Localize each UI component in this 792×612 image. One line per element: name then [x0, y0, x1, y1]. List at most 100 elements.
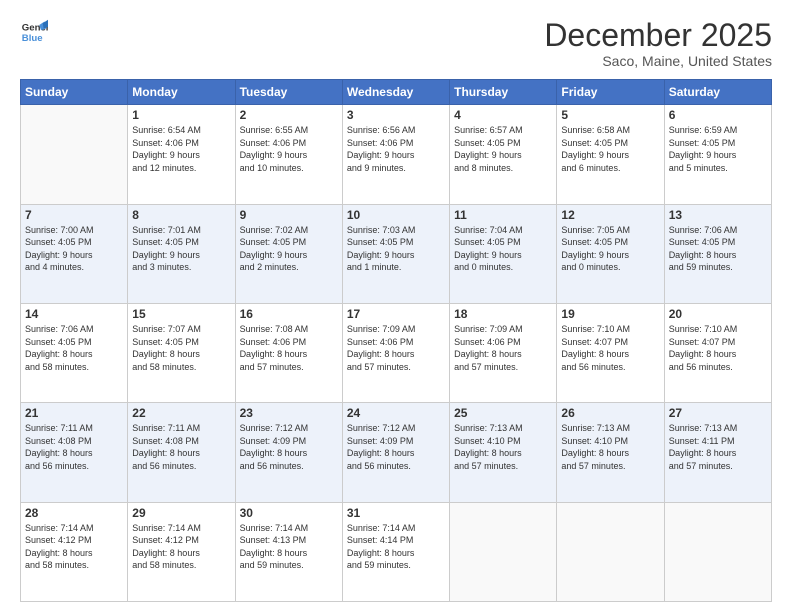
calendar-cell: 29 Sunrise: 7:14 AM Sunset: 4:12 PM Dayli…: [128, 502, 235, 601]
day-info: Sunrise: 7:14 AM Sunset: 4:12 PM Dayligh…: [25, 522, 123, 572]
day-info: Sunrise: 7:09 AM Sunset: 4:06 PM Dayligh…: [347, 323, 445, 373]
calendar-cell: 14 Sunrise: 7:06 AM Sunset: 4:05 PM Dayli…: [21, 303, 128, 402]
day-number: 12: [561, 208, 659, 222]
calendar-week-2: 7Sunrise: 7:00 AM Sunset: 4:05 PM Daylig…: [21, 204, 772, 303]
calendar-cell: [664, 502, 771, 601]
day-info: Sunrise: 7:14 AM Sunset: 4:12 PM Dayligh…: [132, 522, 230, 572]
day-info: Sunrise: 7:13 AM Sunset: 4:10 PM Dayligh…: [454, 422, 552, 472]
day-info: Sunrise: 7:07 AM Sunset: 4:05 PM Dayligh…: [132, 323, 230, 373]
calendar-cell: 13 Sunrise: 7:06 AM Sunset: 4:05 PM Dayli…: [664, 204, 771, 303]
day-info: Sunrise: 6:56 AM Sunset: 4:06 PM Dayligh…: [347, 124, 445, 174]
header-row: Sunday Monday Tuesday Wednesday Thursday…: [21, 80, 772, 105]
day-number: 18: [454, 307, 552, 321]
day-number: 26: [561, 406, 659, 420]
calendar-cell: 28 Sunrise: 7:14 AM Sunset: 4:12 PM Dayli…: [21, 502, 128, 601]
page: General Blue December 2025 Saco, Maine, …: [0, 0, 792, 612]
month-title: December 2025: [544, 18, 772, 53]
day-info: Sunrise: 7:00 AM Sunset: 4:05 PM Dayligh…: [25, 224, 123, 274]
svg-text:Blue: Blue: [22, 33, 43, 44]
calendar-week-1: 1Sunrise: 6:54 AM Sunset: 4:06 PM Daylig…: [21, 105, 772, 204]
calendar-cell: 16Sunrise: 7:08 AM Sunset: 4:06 PM Dayli…: [235, 303, 342, 402]
day-info: Sunrise: 7:12 AM Sunset: 4:09 PM Dayligh…: [347, 422, 445, 472]
calendar-cell: [21, 105, 128, 204]
day-number: 13: [669, 208, 767, 222]
calendar-cell: 17 Sunrise: 7:09 AM Sunset: 4:06 PM Dayli…: [342, 303, 449, 402]
day-info: Sunrise: 7:09 AM Sunset: 4:06 PM Dayligh…: [454, 323, 552, 373]
calendar-cell: 12Sunrise: 7:05 AM Sunset: 4:05 PM Dayli…: [557, 204, 664, 303]
day-number: 27: [669, 406, 767, 420]
day-number: 28: [25, 506, 123, 520]
day-number: 4: [454, 108, 552, 122]
day-info: Sunrise: 7:08 AM Sunset: 4:06 PM Dayligh…: [240, 323, 338, 373]
day-info: Sunrise: 7:11 AM Sunset: 4:08 PM Dayligh…: [132, 422, 230, 472]
day-number: 8: [132, 208, 230, 222]
day-number: 17: [347, 307, 445, 321]
calendar-week-4: 21 Sunrise: 7:11 AM Sunset: 4:08 PM Dayli…: [21, 403, 772, 502]
day-number: 11: [454, 208, 552, 222]
day-info: Sunrise: 7:03 AM Sunset: 4:05 PM Dayligh…: [347, 224, 445, 274]
calendar-cell: 3Sunrise: 6:56 AM Sunset: 4:06 PM Daylig…: [342, 105, 449, 204]
calendar-cell: 9Sunrise: 7:02 AM Sunset: 4:05 PM Daylig…: [235, 204, 342, 303]
day-number: 5: [561, 108, 659, 122]
day-number: 20: [669, 307, 767, 321]
calendar-cell: 1Sunrise: 6:54 AM Sunset: 4:06 PM Daylig…: [128, 105, 235, 204]
col-saturday: Saturday: [664, 80, 771, 105]
day-number: 22: [132, 406, 230, 420]
calendar-cell: 2Sunrise: 6:55 AM Sunset: 4:06 PM Daylig…: [235, 105, 342, 204]
calendar-cell: 21 Sunrise: 7:11 AM Sunset: 4:08 PM Dayli…: [21, 403, 128, 502]
location: Saco, Maine, United States: [544, 53, 772, 69]
calendar-cell: 6Sunrise: 6:59 AM Sunset: 4:05 PM Daylig…: [664, 105, 771, 204]
calendar-cell: 10 Sunrise: 7:03 AM Sunset: 4:05 PM Dayli…: [342, 204, 449, 303]
day-info: Sunrise: 7:13 AM Sunset: 4:10 PM Dayligh…: [561, 422, 659, 472]
day-number: 15: [132, 307, 230, 321]
day-info: Sunrise: 6:59 AM Sunset: 4:05 PM Dayligh…: [669, 124, 767, 174]
title-section: December 2025 Saco, Maine, United States: [544, 18, 772, 69]
calendar-cell: 18 Sunrise: 7:09 AM Sunset: 4:06 PM Dayli…: [450, 303, 557, 402]
calendar-cell: 4 Sunrise: 6:57 AM Sunset: 4:05 PM Daylig…: [450, 105, 557, 204]
col-thursday: Thursday: [450, 80, 557, 105]
day-info: Sunrise: 7:06 AM Sunset: 4:05 PM Dayligh…: [25, 323, 123, 373]
col-tuesday: Tuesday: [235, 80, 342, 105]
day-info: Sunrise: 6:57 AM Sunset: 4:05 PM Dayligh…: [454, 124, 552, 174]
day-number: 19: [561, 307, 659, 321]
day-number: 31: [347, 506, 445, 520]
day-info: Sunrise: 7:01 AM Sunset: 4:05 PM Dayligh…: [132, 224, 230, 274]
day-info: Sunrise: 7:02 AM Sunset: 4:05 PM Dayligh…: [240, 224, 338, 274]
day-number: 24: [347, 406, 445, 420]
day-info: Sunrise: 7:06 AM Sunset: 4:05 PM Dayligh…: [669, 224, 767, 274]
calendar-week-3: 14 Sunrise: 7:06 AM Sunset: 4:05 PM Dayli…: [21, 303, 772, 402]
day-info: Sunrise: 7:04 AM Sunset: 4:05 PM Dayligh…: [454, 224, 552, 274]
calendar-cell: [450, 502, 557, 601]
header: General Blue December 2025 Saco, Maine, …: [20, 18, 772, 69]
calendar-cell: 26 Sunrise: 7:13 AM Sunset: 4:10 PM Dayli…: [557, 403, 664, 502]
day-info: Sunrise: 7:12 AM Sunset: 4:09 PM Dayligh…: [240, 422, 338, 472]
calendar-cell: 22 Sunrise: 7:11 AM Sunset: 4:08 PM Dayli…: [128, 403, 235, 502]
day-number: 14: [25, 307, 123, 321]
col-friday: Friday: [557, 80, 664, 105]
day-number: 29: [132, 506, 230, 520]
col-wednesday: Wednesday: [342, 80, 449, 105]
day-number: 10: [347, 208, 445, 222]
calendar-cell: [557, 502, 664, 601]
calendar-cell: 30Sunrise: 7:14 AM Sunset: 4:13 PM Dayli…: [235, 502, 342, 601]
day-info: Sunrise: 7:13 AM Sunset: 4:11 PM Dayligh…: [669, 422, 767, 472]
day-number: 23: [240, 406, 338, 420]
calendar-cell: 5 Sunrise: 6:58 AM Sunset: 4:05 PM Daylig…: [557, 105, 664, 204]
day-info: Sunrise: 6:54 AM Sunset: 4:06 PM Dayligh…: [132, 124, 230, 174]
calendar-cell: 25 Sunrise: 7:13 AM Sunset: 4:10 PM Dayli…: [450, 403, 557, 502]
day-number: 21: [25, 406, 123, 420]
day-info: Sunrise: 6:58 AM Sunset: 4:05 PM Dayligh…: [561, 124, 659, 174]
logo-icon: General Blue: [20, 18, 48, 46]
day-number: 30: [240, 506, 338, 520]
day-info: Sunrise: 7:10 AM Sunset: 4:07 PM Dayligh…: [669, 323, 767, 373]
calendar-cell: 20 Sunrise: 7:10 AM Sunset: 4:07 PM Dayli…: [664, 303, 771, 402]
day-info: Sunrise: 7:11 AM Sunset: 4:08 PM Dayligh…: [25, 422, 123, 472]
calendar-cell: 31Sunrise: 7:14 AM Sunset: 4:14 PM Dayli…: [342, 502, 449, 601]
calendar-cell: 24 Sunrise: 7:12 AM Sunset: 4:09 PM Dayli…: [342, 403, 449, 502]
calendar-cell: 27 Sunrise: 7:13 AM Sunset: 4:11 PM Dayli…: [664, 403, 771, 502]
calendar: Sunday Monday Tuesday Wednesday Thursday…: [20, 79, 772, 602]
col-monday: Monday: [128, 80, 235, 105]
calendar-cell: 7Sunrise: 7:00 AM Sunset: 4:05 PM Daylig…: [21, 204, 128, 303]
day-number: 25: [454, 406, 552, 420]
day-number: 2: [240, 108, 338, 122]
